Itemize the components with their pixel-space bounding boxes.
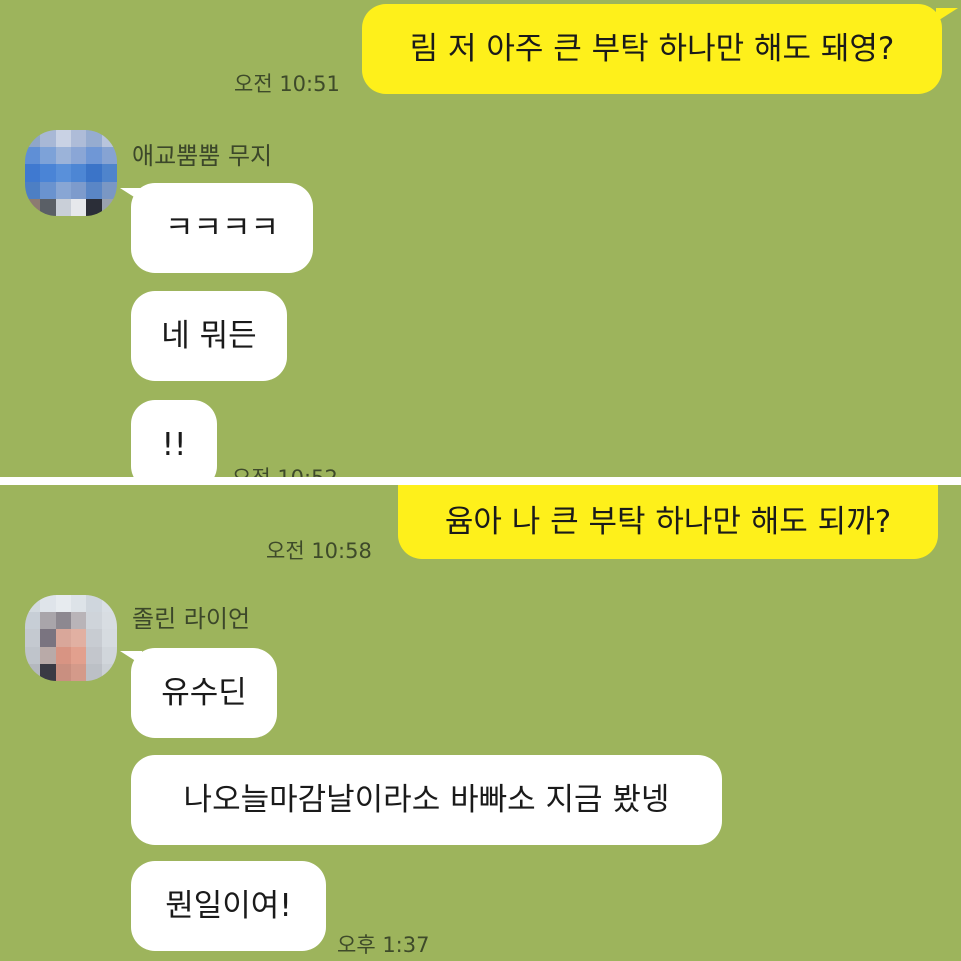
message-text: ㅋㅋㅋㅋ <box>164 209 280 246</box>
message-timestamp: 오후 1:37 <box>337 933 430 957</box>
sender-name[interactable]: 졸린 라이언 <box>132 599 250 634</box>
incoming-message-bubble[interactable]: !! <box>131 400 217 477</box>
incoming-message-bubble[interactable]: ㅋㅋㅋㅋ <box>131 183 313 273</box>
message-timestamp: 오전 10:58 <box>266 539 372 563</box>
message-text: !! <box>161 426 187 463</box>
chat-screenshot-bottom: 윰아 나 큰 부탁 하나만 해도 되까? 오전 10:58 졸린 라이언 유수딘… <box>0 485 961 961</box>
bubble-tail <box>936 8 958 22</box>
incoming-message-bubble[interactable]: 네 뭐든 <box>131 291 287 381</box>
message-timestamp: 오전 10:52 <box>232 462 338 477</box>
message-text: 네 뭐든 <box>161 317 257 354</box>
message-text: 윰아 나 큰 부탁 하나만 해도 되까? <box>444 503 892 540</box>
outgoing-message-bubble[interactable]: 윰아 나 큰 부탁 하나만 해도 되까? <box>398 485 938 559</box>
chat-screenshot-top: 림 저 아주 큰 부탁 하나만 해도 돼영? 오전 10:51 애교뿜뿜 무지 … <box>0 0 961 477</box>
panel-divider <box>0 477 961 485</box>
message-timestamp: 오전 10:51 <box>234 72 340 96</box>
outgoing-message-bubble[interactable]: 림 저 아주 큰 부탁 하나만 해도 돼영? <box>362 4 942 94</box>
message-text: 유수딘 <box>161 674 247 711</box>
incoming-message-bubble[interactable]: 나오늘마감날이라소 바빠소 지금 봤넹 <box>131 755 722 845</box>
profile-avatar[interactable] <box>25 130 117 216</box>
incoming-message-bubble[interactable]: 뭔일이여! <box>131 861 326 951</box>
message-text: 뭔일이여! <box>165 887 292 924</box>
profile-avatar[interactable] <box>25 595 117 681</box>
message-text: 나오늘마감날이라소 바빠소 지금 봤넹 <box>183 781 670 818</box>
message-text: 림 저 아주 큰 부탁 하나만 해도 돼영? <box>409 30 895 67</box>
sender-name[interactable]: 애교뿜뿜 무지 <box>132 136 272 171</box>
incoming-message-bubble[interactable]: 유수딘 <box>131 648 277 738</box>
